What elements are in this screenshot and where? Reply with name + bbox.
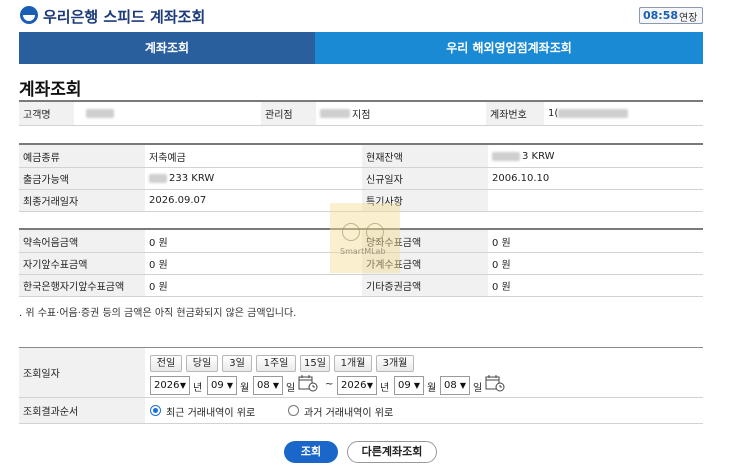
calendar-icon[interactable] [298,374,318,392]
current-balance-amount: 3 KRW [522,150,555,162]
period-prev-day-button[interactable]: 전일 [150,355,182,372]
withdrawable-amount: 233 KRW [169,173,215,184]
masked-text [492,151,520,161]
day-unit: 일 [473,383,483,394]
last-transaction-label: 최종거래일자 [19,190,145,211]
masked-text [320,109,350,118]
to-month-select[interactable]: 09 ▼ [394,376,424,395]
branch-label: 관리점 [261,102,316,125]
tab-account-inquiry[interactable]: 계좌조회 [19,32,315,64]
other-securities-value: 0 원 [488,275,703,296]
chevron-down-icon: ▼ [179,381,186,390]
uncleared-amount-note: . 위 수표·어음·증권 등의 금액은 아직 현금화되지 않은 금액입니다. [19,308,297,319]
branch-value: 지점 [316,102,486,125]
own-check-label: 자기앞수표금액 [19,253,145,274]
year-unit: 년 [193,383,203,394]
deposit-type-value: 저축예금 [145,145,362,167]
query-date-label: 조회일자 [19,348,145,397]
amounts-row: 한국은행자기앞수표금액 0 원 기타증권금액 0 원 [19,275,703,297]
opened-date-value: 2006.10.10 [488,168,703,189]
bok-check-value: 0 원 [145,275,362,296]
period-3months-button[interactable]: 3개월 [376,355,414,372]
branch-suffix: 지점 [352,110,371,121]
special-notes-value [488,190,703,211]
month-unit: 월 [427,383,437,394]
order-recent-first-label[interactable]: 최근 거래내역이 위로 [166,404,255,419]
chevron-down-icon: ▼ [272,381,279,390]
tab-overseas-account-inquiry[interactable]: 우리 해외영업점계좌조회 [315,32,703,64]
day-unit: 일 [286,383,296,394]
from-month-select[interactable]: 09 ▼ [207,376,237,395]
period-1week-button[interactable]: 1주일 [256,355,296,372]
period-today-button[interactable]: 당일 [186,355,218,372]
to-year-value: 2026 [341,380,367,391]
month-unit: 월 [240,383,250,394]
other-securities-label: 기타증권금액 [362,275,488,296]
account-prefix: 1( [548,108,559,119]
chevron-down-icon: ▼ [459,381,466,390]
order-recent-first-radio[interactable] [150,405,161,416]
other-account-button[interactable]: 다른계좌조회 [347,441,437,463]
household-check-value: 0 원 [488,253,703,274]
session-time: 08:58 [643,9,679,22]
period-1month-button[interactable]: 1개월 [334,355,372,372]
to-day-value: 08 [444,380,457,391]
to-year-select[interactable]: 2026 ▼ [337,376,377,395]
details-row: 예금종류 저축예금 현재잔액 3 KRW [19,145,703,168]
from-year-select[interactable]: 2026 ▼ [150,376,190,395]
watermark-text: SmartMLab [340,247,386,256]
masked-text [558,109,629,118]
woori-logo-icon [20,6,38,24]
opened-date-label: 신규일자 [362,168,488,189]
calendar-icon[interactable] [485,374,505,392]
account-number-value: 1( [544,102,703,125]
period-3days-button[interactable]: 3일 [222,355,252,372]
promissory-note-label: 약속어음금액 [19,230,145,252]
app-header: 우리은행 스피드 계좌조회 08:58 연장 [0,0,730,30]
period-15days-button[interactable]: 15일 [300,355,330,372]
year-unit: 년 [380,383,390,394]
from-day-value: 08 [257,380,270,391]
watermark: SmartMLab [330,203,400,273]
chevron-down-icon: ▼ [413,381,420,390]
tab-bar: 계좌조회 우리 해외영업점계좌조회 [19,32,703,64]
customer-name-value [74,102,261,125]
order-oldest-first-radio[interactable] [288,405,299,416]
bank-check-value: 0 원 [488,230,703,252]
session-timer[interactable]: 08:58 연장 [639,7,703,24]
current-balance-label: 현재잔액 [362,145,488,167]
from-month-value: 09 [211,380,224,391]
order-oldest-first-label[interactable]: 과거 거래내역이 위로 [304,404,393,419]
watermark-ring-icon [366,223,384,241]
withdrawable-value: 233 KRW [145,168,362,189]
range-separator: ~ [325,379,334,390]
chevron-down-icon: ▼ [366,381,373,390]
from-year-value: 2026 [154,380,180,391]
watermark-ring-icon [342,223,360,241]
submit-query-button[interactable]: 조회 [284,441,338,463]
bok-check-label: 한국은행자기앞수표금액 [19,275,145,296]
page-title: 계좌조회 [19,80,82,100]
extend-session-button[interactable]: 연장 [679,9,697,24]
deposit-type-label: 예금종류 [19,145,145,167]
chevron-down-icon: ▼ [226,381,233,390]
app-title: 우리은행 스피드 계좌조회 [43,8,206,26]
result-order-label: 조회결과순서 [19,398,145,423]
customer-name-label: 고객명 [19,102,74,125]
masked-text [86,109,114,118]
details-row: 출금가능액 233 KRW 신규일자 2006.10.10 [19,168,703,190]
withdrawable-label: 출금가능액 [19,168,145,189]
to-month-value: 09 [398,380,411,391]
customer-info-row: 고객명 관리점 지점 계좌번호 1( [19,102,703,126]
masked-text [149,174,167,183]
to-day-select[interactable]: 08 ▼ [440,376,470,395]
account-number-label: 계좌번호 [486,102,544,125]
from-day-select[interactable]: 08 ▼ [253,376,283,395]
current-balance-value: 3 KRW [488,145,703,167]
